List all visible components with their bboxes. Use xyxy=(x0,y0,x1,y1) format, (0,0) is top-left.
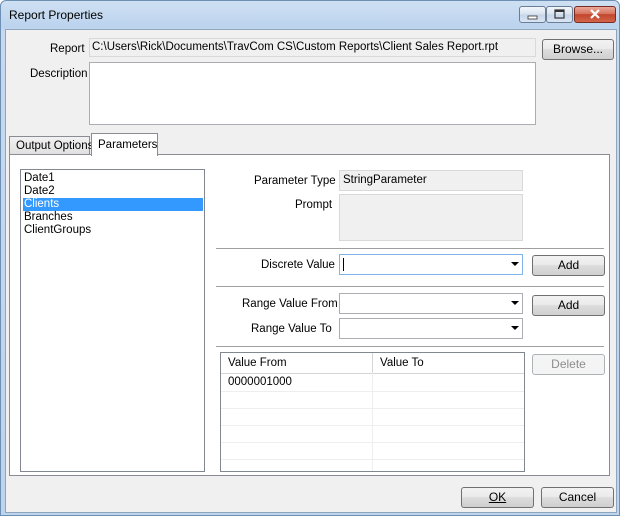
add-discrete-button[interactable]: Add xyxy=(532,255,605,276)
report-path-field: C:\Users\Rick\Documents\TravCom CS\Custo… xyxy=(89,38,536,57)
delete-button[interactable]: Delete xyxy=(532,354,605,375)
parameter-type-label: Parameter Type xyxy=(254,175,336,187)
text-caret xyxy=(343,258,344,271)
prompt-label: Prompt xyxy=(295,199,333,211)
tab-output-options[interactable]: Output Options xyxy=(9,136,93,155)
ok-button[interactable]: OK xyxy=(461,487,534,508)
minimize-button[interactable] xyxy=(519,6,546,23)
parameters-panel: Date1 Date2 Clients Branches ClientGroup… xyxy=(9,154,610,476)
dialog-client-area: Report C:\Users\Rick\Documents\TravCom C… xyxy=(5,29,617,513)
list-item[interactable]: Branches xyxy=(23,211,203,224)
list-item-selected[interactable]: Clients xyxy=(23,198,203,211)
values-grid[interactable]: Value From Value To 0000001000 xyxy=(220,352,525,472)
cancel-button[interactable]: Cancel xyxy=(541,487,614,508)
list-item[interactable]: Date2 xyxy=(23,185,203,198)
title-bar[interactable]: Report Properties xyxy=(1,1,619,29)
prompt-field xyxy=(339,194,523,241)
range-to-combo[interactable] xyxy=(339,318,523,339)
parameter-list[interactable]: Date1 Date2 Clients Branches ClientGroup… xyxy=(20,169,205,472)
list-item[interactable]: Date1 xyxy=(23,172,203,185)
close-button[interactable] xyxy=(574,6,616,23)
window-title: Report Properties xyxy=(9,8,104,22)
chevron-down-icon[interactable] xyxy=(511,262,519,266)
range-from-label: Range Value From xyxy=(242,298,338,310)
separator xyxy=(216,346,604,348)
list-item[interactable]: ClientGroups xyxy=(23,224,203,237)
tab-parameters[interactable]: Parameters xyxy=(91,133,158,156)
description-label: Description xyxy=(30,68,88,80)
column-header-value-from[interactable]: Value From xyxy=(221,353,372,373)
close-icon xyxy=(590,9,600,19)
chevron-down-icon[interactable] xyxy=(511,301,519,305)
discrete-value-combo[interactable] xyxy=(339,254,523,275)
add-range-button[interactable]: Add xyxy=(532,295,605,316)
parameter-type-field: StringParameter xyxy=(339,170,523,191)
separator xyxy=(216,286,604,288)
maximize-button[interactable] xyxy=(546,6,573,23)
separator xyxy=(216,248,604,250)
grid-header: Value From Value To xyxy=(221,353,524,374)
range-to-label: Range Value To xyxy=(251,323,332,335)
parameter-type-value: StringParameter xyxy=(343,174,427,186)
range-from-combo[interactable] xyxy=(339,293,523,314)
report-path-text: C:\Users\Rick\Documents\TravCom CS\Custo… xyxy=(92,41,499,53)
browse-button[interactable]: Browse... xyxy=(542,39,614,60)
table-cell-value-from[interactable]: 0000001000 xyxy=(221,374,372,391)
table-cell-value-to[interactable] xyxy=(372,374,523,391)
column-header-value-to[interactable]: Value To xyxy=(372,353,524,373)
minimize-icon xyxy=(527,15,538,20)
maximize-icon xyxy=(554,9,565,19)
description-textarea[interactable] xyxy=(89,62,536,125)
report-label: Report xyxy=(50,43,85,55)
report-properties-window: Report Properties Report C:\Users\Rick\D… xyxy=(0,0,620,516)
chevron-down-icon[interactable] xyxy=(511,326,519,330)
discrete-value-label: Discrete Value xyxy=(261,259,335,271)
